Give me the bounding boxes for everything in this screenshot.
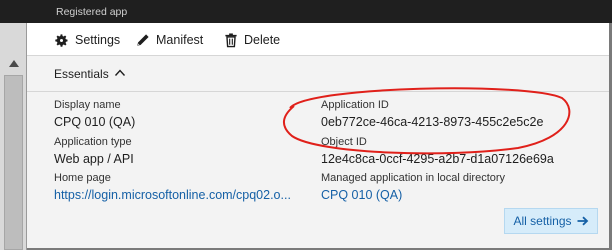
arrow-right-icon [577, 216, 588, 226]
trash-icon [225, 32, 237, 47]
display-name-label: Display name [54, 99, 121, 111]
display-name-value: CPQ 010 (QA) [54, 115, 136, 129]
page-subtitle: Registered app [56, 6, 128, 18]
application-type-value: Web app / API [54, 152, 134, 166]
essentials-label: Essentials [54, 67, 109, 81]
managed-app-label: Managed application in local directory [321, 172, 506, 184]
vertical-scrollbar[interactable] [0, 23, 27, 250]
pencil-icon [137, 33, 149, 46]
delete-label: Delete [244, 33, 281, 47]
object-id-label: Object ID [321, 136, 367, 148]
scroll-thumb[interactable] [4, 75, 23, 250]
settings-label: Settings [75, 33, 121, 47]
managed-app-link[interactable]: CPQ 010 (QA) [321, 188, 402, 202]
application-id-value[interactable]: 0eb772ce-46ca-4213-8973-455c2e5c2e [321, 115, 549, 129]
essentials-toggle[interactable]: Essentials [27, 56, 609, 92]
chevron-up-icon [114, 69, 126, 76]
all-settings-label: All settings [513, 214, 572, 228]
object-id-value[interactable]: 12e4c8ca-0ccf-4295-a2b7-d1a07126e69a [321, 152, 554, 166]
title-bar: Registered app [0, 0, 612, 23]
application-id-label: Application ID [321, 99, 389, 111]
gear-icon [55, 33, 68, 47]
application-type-label: Application type [54, 136, 132, 148]
scroll-up-arrow-icon[interactable] [9, 60, 19, 67]
manifest-button[interactable]: Manifest [135, 31, 203, 49]
all-settings-button[interactable]: All settings [504, 208, 598, 234]
home-page-label: Home page [54, 172, 111, 184]
app-window: Registered app Settings Manifest Delete … [0, 0, 612, 250]
delete-button[interactable]: Delete [224, 31, 280, 49]
manifest-label: Manifest [156, 33, 204, 47]
home-page-link[interactable]: https://login.microsoftonline.com/cpq02.… [54, 188, 312, 202]
toolbar: Settings Manifest Delete [27, 23, 609, 56]
settings-button[interactable]: Settings [54, 31, 120, 49]
